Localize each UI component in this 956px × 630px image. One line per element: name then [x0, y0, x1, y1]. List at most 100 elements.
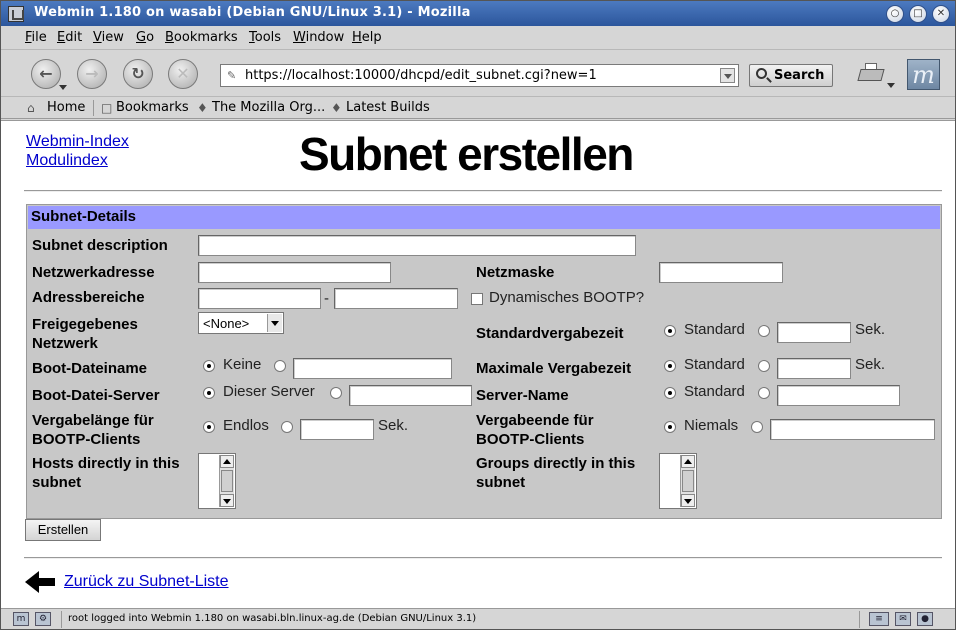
- subnet-description-input[interactable]: [198, 235, 636, 256]
- scroll-down-icon[interactable]: [220, 494, 234, 507]
- mozilla-throbber-icon[interactable]: m: [907, 59, 940, 90]
- close-button[interactable]: ✕: [932, 5, 950, 23]
- toolbar-separator: [93, 100, 94, 116]
- boot-filename-custom-radio[interactable]: [274, 360, 286, 372]
- title-bar[interactable]: Webmin 1.180 on wasabi (Debian GNU/Linux…: [1, 1, 955, 26]
- bootp-length-custom-radio[interactable]: [281, 421, 293, 433]
- scroll-down-icon[interactable]: [681, 494, 695, 507]
- address-ranges-label: Adressbereiche: [32, 289, 145, 306]
- netmask-label: Netzmaske: [476, 264, 555, 281]
- hosts-scrollbar[interactable]: [219, 455, 234, 507]
- online-status-icon[interactable]: ⚙: [35, 612, 51, 626]
- bootp-end-never-radio[interactable]: [664, 421, 676, 433]
- scroll-up-icon[interactable]: [220, 455, 234, 468]
- menu-view[interactable]: View: [93, 30, 124, 45]
- print-dropdown-icon[interactable]: [887, 83, 895, 88]
- subnet-details-table: Subnet-Details Subnet description Netzwe…: [26, 204, 942, 519]
- lock-icon[interactable]: ●: [917, 612, 933, 626]
- scroll-up-icon[interactable]: [681, 455, 695, 468]
- server-name-input[interactable]: [777, 385, 900, 406]
- hosts-label: Hosts directly in this subnet: [32, 455, 180, 491]
- max-lease-custom-radio[interactable]: [758, 360, 770, 372]
- default-lease-standard-radio[interactable]: [664, 325, 676, 337]
- maximize-button[interactable]: □: [909, 5, 927, 23]
- server-name-standard-radio[interactable]: [664, 387, 676, 399]
- bookmark-icon: ♦: [197, 101, 208, 115]
- network-address-label: Netzwerkadresse: [32, 264, 155, 281]
- print-icon[interactable]: [857, 63, 885, 83]
- menu-bookmarks[interactable]: Bookmarks: [165, 30, 238, 45]
- menu-file[interactable]: File: [25, 30, 47, 45]
- status-separator: [61, 611, 62, 628]
- bookmark-home[interactable]: Home: [47, 100, 85, 115]
- range-start-input[interactable]: [198, 288, 321, 309]
- groups-scrollbar[interactable]: [680, 455, 695, 507]
- boot-server-input[interactable]: [349, 385, 472, 406]
- create-button[interactable]: Erstellen: [25, 519, 101, 541]
- popup-icon[interactable]: ✉: [895, 612, 911, 626]
- webmin-index-link[interactable]: Webmin-Index: [26, 133, 129, 151]
- max-lease-label: Maximale Vergabezeit: [476, 360, 632, 377]
- menu-window[interactable]: Window: [293, 30, 344, 45]
- bookmark-mozilla-org[interactable]: The Mozilla Org...: [212, 100, 325, 115]
- navigation-toolbar: ← → ↻ ✕ ✎ Search m: [1, 51, 955, 97]
- mozilla-icon[interactable]: m: [13, 612, 29, 626]
- url-history-dropdown-icon[interactable]: [720, 68, 735, 83]
- network-address-input[interactable]: [198, 262, 391, 283]
- default-lease-input[interactable]: [777, 322, 851, 343]
- module-index-link[interactable]: Modulindex: [26, 152, 108, 170]
- boot-server-this-radio[interactable]: [203, 387, 215, 399]
- boot-filename-input[interactable]: [293, 358, 452, 379]
- max-lease-input[interactable]: [777, 358, 851, 379]
- bookmark-latest-builds[interactable]: Latest Builds: [346, 100, 430, 115]
- reload-button[interactable]: ↻: [123, 59, 153, 89]
- window-menu-icon[interactable]: [8, 6, 24, 22]
- page-icon: ✎: [227, 69, 237, 82]
- forward-button[interactable]: →: [77, 59, 107, 89]
- boot-server-custom-radio[interactable]: [330, 387, 342, 399]
- menu-edit[interactable]: Edit: [57, 30, 82, 45]
- window-title: Webmin 1.180 on wasabi (Debian GNU/Linux…: [34, 5, 471, 20]
- url-bar[interactable]: ✎: [220, 64, 739, 87]
- status-separator: [859, 611, 860, 628]
- url-input[interactable]: [245, 68, 715, 83]
- groups-label: Groups directly in this subnet: [476, 455, 636, 491]
- netmask-input[interactable]: [659, 262, 783, 283]
- shared-network-select[interactable]: <None>: [198, 312, 284, 334]
- bootp-end-custom-radio[interactable]: [751, 421, 763, 433]
- hosts-listbox[interactable]: [198, 453, 236, 509]
- groups-listbox[interactable]: [659, 453, 697, 509]
- bootp-length-input[interactable]: [300, 419, 374, 440]
- scroll-thumb[interactable]: [682, 470, 694, 492]
- back-to-subnet-list-link[interactable]: Zurück zu Subnet-Liste: [64, 573, 229, 591]
- bootp-length-forever-radio[interactable]: [203, 421, 215, 433]
- bookmark-bookmarks[interactable]: Bookmarks: [116, 100, 189, 115]
- dynamic-bootp-checkbox[interactable]: [471, 293, 483, 305]
- boot-server-this-label: Dieser Server: [223, 383, 315, 400]
- menu-go[interactable]: Go: [136, 30, 154, 45]
- boot-file-server-label: Boot-Datei-Server: [32, 387, 160, 404]
- range-end-input[interactable]: [334, 288, 458, 309]
- search-icon: [756, 68, 767, 79]
- back-history-dropdown-icon[interactable]: [59, 85, 67, 90]
- status-text: root logged into Webmin 1.180 on wasabi.…: [68, 613, 477, 624]
- divider: [24, 557, 942, 559]
- search-button[interactable]: Search: [749, 64, 833, 87]
- menu-tools[interactable]: Tools: [249, 30, 281, 45]
- back-arrow-icon[interactable]: [25, 571, 57, 593]
- chevron-down-icon: [267, 314, 282, 332]
- server-name-custom-radio[interactable]: [758, 387, 770, 399]
- bootp-end-input[interactable]: [770, 419, 935, 440]
- shared-network-label: Freigegebenes Netzwerk: [32, 316, 138, 352]
- home-icon: ⌂: [27, 101, 35, 115]
- default-lease-custom-radio[interactable]: [758, 325, 770, 337]
- page-content: Webmin-Index Modulindex Subnet erstellen…: [1, 120, 955, 608]
- minimize-button[interactable]: ○: [886, 5, 904, 23]
- back-button[interactable]: ←: [31, 59, 61, 89]
- scroll-thumb[interactable]: [221, 470, 233, 492]
- subnet-description-label: Subnet description: [32, 237, 168, 254]
- stop-button[interactable]: ✕: [168, 59, 198, 89]
- menu-help[interactable]: Help: [352, 30, 382, 45]
- max-lease-standard-radio[interactable]: [664, 360, 676, 372]
- boot-filename-none-radio[interactable]: [203, 360, 215, 372]
